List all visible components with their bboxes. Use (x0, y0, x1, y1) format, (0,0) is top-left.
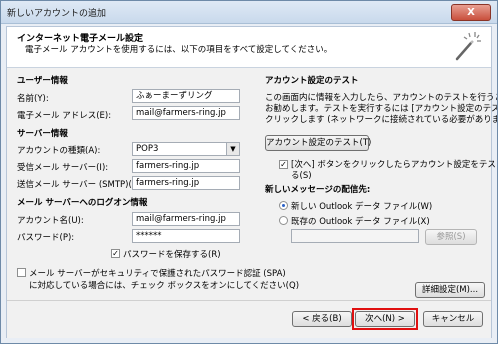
test-description-line3: クリックします (ネットワークに接続されている必要があります)。 (265, 115, 498, 125)
next-button-highlight (352, 308, 418, 330)
remember-password-label: パスワードを保存する(R) (123, 250, 221, 260)
radio-selected-dot (282, 204, 285, 207)
new-data-file-label: 新しい Outlook データ ファイル(W) (291, 202, 433, 212)
back-button[interactable]: < 戻る(B) (292, 311, 352, 327)
dialog-panel: インターネット電子メール設定 電子メール アカウントを使用するには、以下の項目を… (6, 26, 497, 338)
name-field[interactable]: ふぁーまーずリング (132, 89, 240, 103)
password-field[interactable]: ****** (132, 229, 240, 243)
spa-label-line1: メール サーバーがセキュリティで保護されたパスワード認証 (SPA) (29, 269, 286, 279)
window-title: 新しいアカウントの追加 (7, 9, 107, 19)
browse-button[interactable]: 参照(S) (425, 229, 477, 245)
outgoing-server-label: 送信メール サーバー (SMTP)(O): (17, 180, 145, 190)
spa-checkbox[interactable] (17, 268, 26, 277)
server-info-heading: サーバー情報 (17, 129, 68, 139)
account-name-label: アカウント名(U): (17, 216, 84, 226)
more-settings-button[interactable]: 詳細設定(M)... (415, 282, 485, 298)
account-name-field[interactable]: mail@farmers-ring.jp (132, 212, 240, 226)
add-account-dialog: 新しいアカウントの追加 X インターネット電子メール設定 電子メール アカウント… (0, 0, 498, 344)
dialog-body: ユーザー情報 名前(Y): ふぁーまーずリング 電子メール アドレス(E): m… (7, 68, 497, 300)
outgoing-server-field[interactable]: farmers-ring.jp (132, 176, 240, 190)
title-bar: 新しいアカウントの追加 X (1, 1, 497, 24)
account-type-select[interactable]: POP3 ▼ (132, 142, 240, 156)
delivery-heading: 新しいメッセージの配信先: (265, 185, 371, 195)
account-test-heading: アカウント設定のテスト (265, 76, 359, 86)
dialog-footer: < 戻る(B) 次へ(N) > キャンセル (7, 300, 491, 338)
dialog-header: インターネット電子メール設定 電子メール アカウントを使用するには、以下の項目を… (7, 27, 491, 68)
email-field[interactable]: mail@farmers-ring.jp (132, 106, 240, 120)
chevron-down-icon[interactable]: ▼ (226, 143, 239, 155)
magic-wand-icon (455, 32, 481, 61)
user-info-heading: ユーザー情報 (17, 76, 68, 86)
password-label: パスワード(P): (17, 233, 75, 243)
existing-data-file-path[interactable] (291, 229, 419, 243)
incoming-server-field[interactable]: farmers-ring.jp (132, 159, 240, 173)
account-type-value: POP3 (136, 144, 159, 154)
spa-label-line2: に対応している場合には、チェック ボックスをオンにしてください(Q) (29, 281, 300, 291)
existing-data-file-radio[interactable] (279, 216, 288, 225)
existing-data-file-label: 既存の Outlook データ ファイル(X) (291, 217, 430, 227)
account-type-label: アカウントの種類(A): (17, 146, 101, 156)
name-label: 名前(Y): (17, 94, 49, 104)
remember-password-checkbox[interactable]: ✓ (111, 249, 120, 258)
incoming-server-label: 受信メール サーバー(I): (17, 163, 109, 173)
new-data-file-radio[interactable] (279, 201, 288, 210)
header-subtitle: 電子メール アカウントを使用するには、以下の項目をすべて設定してください。 (25, 45, 333, 55)
logon-info-heading: メール サーバーへのログオン情報 (17, 198, 148, 208)
close-button[interactable]: X (451, 4, 491, 21)
auto-test-label-line1: [次へ] ボタンをクリックしたらアカウント設定をテストす (291, 160, 498, 170)
email-label: 電子メール アドレス(E): (17, 111, 112, 121)
auto-test-checkbox[interactable]: ✓ (279, 160, 288, 169)
cancel-button[interactable]: キャンセル (423, 311, 483, 327)
test-account-settings-button[interactable]: アカウント設定のテスト(T) (265, 135, 371, 151)
auto-test-label-line2: る(S) (291, 171, 312, 181)
